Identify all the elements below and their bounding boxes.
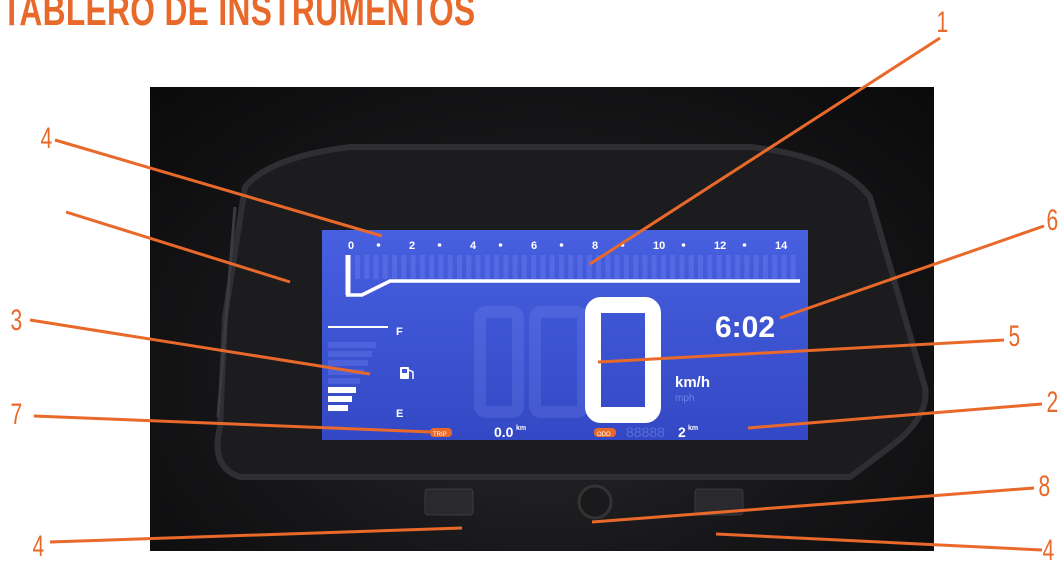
tachometer-segment [438,255,444,279]
tachometer-segment [484,255,490,279]
tachometer-segment [586,255,592,279]
tachometer-segment [762,255,768,279]
tach-tick-label: 12 [714,240,726,252]
tachometer-segment [364,255,370,279]
tachometer-segment [596,255,602,279]
tachometer-segment [568,255,574,279]
tach-tick-dot [376,243,381,247]
dashboard-illustration: 0 2 4 6 8 10 12 14 F E 6:02 km/h mph TRIP 0.0 k… [214,144,929,520]
tach-tick-label: 2 [409,240,415,252]
clock-display: 6:02 [715,311,775,344]
fuel-empty-label: E [396,408,403,420]
tachometer-segment [642,255,648,279]
tachometer-segment [790,255,796,279]
callout-8: 8 [1038,470,1051,503]
tachometer-segment [503,255,509,279]
tachometer-segment [355,255,360,279]
fuel-full-label: F [396,326,403,338]
tach-tick-label: 8 [592,240,598,252]
callout-2: 2 [1046,386,1058,419]
right-button[interactable] [694,488,744,516]
center-knob[interactable] [577,484,613,520]
callout-4d: 4 [1042,534,1055,567]
odo-label: ODO [597,432,611,438]
dashboard-photo: 0 2 4 6 8 10 12 14 F E 6:02 km/h mph TRIP 0.0 k… [150,87,934,551]
callout-5: 5 [1008,320,1021,353]
tachometer-segment [429,255,435,279]
tachometer-segment [456,255,462,279]
tachometer-segment [670,255,676,279]
fuel-bar [328,378,360,384]
tachometer-segment [753,255,759,279]
fuel-bar [328,405,348,411]
tachometer-segment [633,255,639,279]
tach-tick-dot [559,243,564,247]
fuel-bar [328,369,364,375]
trip-unit: km [516,425,526,432]
tachometer-segment [735,255,741,279]
tachometer-segment [410,255,416,279]
callout-7: 7 [10,398,23,431]
tachometer-segment [744,255,750,279]
tach-tick-dot [498,243,503,247]
callout-6: 6 [1046,204,1058,237]
speed-unit-alt: mph [675,393,694,404]
tachometer-segment [540,255,546,279]
tach-tick-label: 4 [470,240,477,252]
tachometer-segment [531,255,537,279]
callout-1: 1 [936,6,949,39]
tachometer-segment [521,255,527,279]
tachometer-segment [475,255,481,279]
tachometer-segment [382,255,388,279]
trip-value: 0.0 [494,424,514,440]
tachometer-segment [698,255,704,279]
odo-faded: 88888 [626,424,665,440]
tachometer-segment [605,255,611,279]
tachometer-segment [512,255,518,279]
fuel-bar [328,342,376,348]
tachometer-segment [716,255,722,279]
callout-4a: 4 [40,122,53,155]
tachometer-segment [373,255,379,279]
fuel-bar [328,360,368,366]
tachometer-segment [651,255,657,279]
tach-tick-dot [742,243,747,247]
callout-4c: 4 [32,530,45,563]
tachometer-segment [558,255,564,279]
page-title: TABLERO DE INSTRUMENTOS [2,0,476,35]
odo-value: 2 [678,424,686,440]
tachometer-segment [623,255,629,279]
tachometer-segment [549,255,555,279]
tach-tick-label: 6 [531,240,537,252]
tach-tick-dot [620,243,625,247]
fuel-bar [328,387,356,393]
tachometer-segment [781,255,787,279]
tachometer-segment [401,255,407,279]
tachometer-segment [419,255,425,279]
callout-3: 3 [10,304,23,337]
tachometer-segment [679,255,685,279]
tach-tick-dot [681,243,686,247]
left-button[interactable] [424,488,474,516]
odo-unit: km [688,425,698,432]
tach-tick-label: 14 [775,240,788,252]
tachometer-segment [660,255,666,279]
tachometer-segment [447,255,453,279]
fuel-bar [328,351,372,357]
fuel-bar [328,396,352,402]
tachometer-segment [772,255,778,279]
tachometer-segment [688,255,694,279]
tach-tick-label: 10 [653,240,665,252]
speed-unit: km/h [675,374,710,391]
tach-tick-label: 0 [348,240,354,252]
tachometer-segment [392,255,398,279]
trip-label: TRIP [433,432,447,438]
tachometer-segment [577,255,583,279]
tachometer-segment [494,255,500,279]
tach-tick-dot [437,243,442,247]
tachometer-segment [725,255,731,279]
tachometer-segment [707,255,713,279]
tachometer-segment [614,255,620,279]
tachometer-segment [466,255,472,279]
